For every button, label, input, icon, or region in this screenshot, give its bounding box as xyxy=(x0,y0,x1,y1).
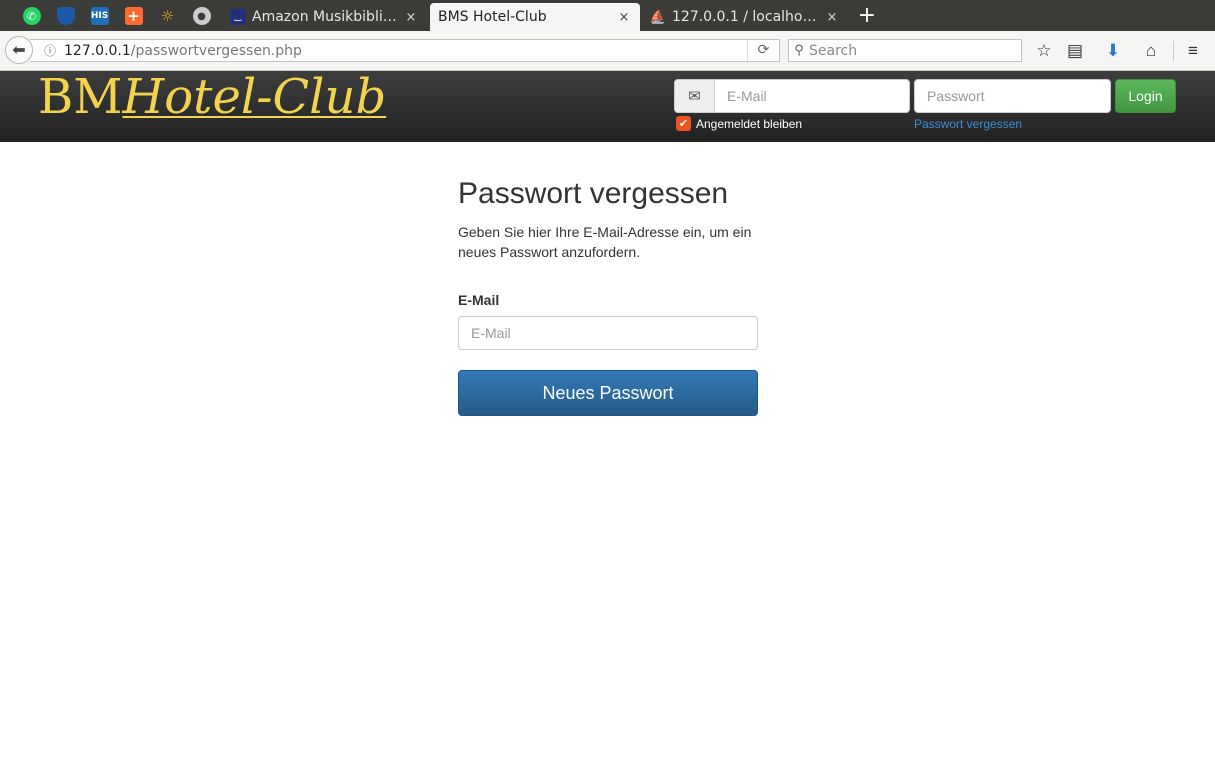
site-logo[interactable]: BMHotel-Club xyxy=(38,71,386,123)
search-input[interactable]: ⚲ Search xyxy=(788,39,1022,62)
login-password-input[interactable]: Passwort xyxy=(914,79,1111,113)
url-bar[interactable]: ⓘ 127.0.0.1/passwortvergessen.php ⟳ xyxy=(30,39,780,62)
pinned-tab-his[interactable]: HIS xyxy=(84,3,115,29)
search-icon: ⚲ xyxy=(794,43,804,58)
phpmyadmin-icon: ⛵ xyxy=(649,9,667,25)
pinned-tab-whatsapp[interactable]: ✆ xyxy=(16,3,47,29)
page-title: Passwort vergessen xyxy=(458,177,729,210)
back-button[interactable]: ⬅ xyxy=(5,36,33,64)
whatsapp-icon: ✆ xyxy=(22,7,41,25)
brand-prefix: BM xyxy=(38,69,123,125)
url-host: 127.0.0.1 xyxy=(64,42,131,59)
brand-name: Hotel-Club xyxy=(122,69,387,125)
amazon-music-icon: ‿ xyxy=(230,9,246,25)
swiss-cross-icon: + xyxy=(124,7,143,25)
email-field[interactable]: E-Mail xyxy=(458,316,758,350)
close-icon[interactable]: × xyxy=(403,10,419,25)
remember-me-label: Angemeldet bleiben xyxy=(696,116,803,131)
envelope-icon: ✉ xyxy=(674,79,714,113)
pinned-tab-shield[interactable] xyxy=(50,3,81,29)
downloads-icon[interactable]: ⬇ xyxy=(1101,39,1125,63)
shield-icon xyxy=(56,7,75,25)
pinned-tab-swiss[interactable]: + xyxy=(118,3,149,29)
new-tab-button[interactable]: + xyxy=(856,3,878,29)
new-password-button[interactable]: Neues Passwort xyxy=(458,370,758,416)
back-arrow-icon: ⬅ xyxy=(12,42,26,59)
tab-title: 127.0.0.1 / localhost... xyxy=(672,9,818,25)
email-label: E-Mail xyxy=(458,292,500,308)
tab-amazon-music[interactable]: ‿ Amazon Musikbiblio... × xyxy=(222,3,427,31)
close-icon[interactable]: × xyxy=(824,10,840,25)
home-icon[interactable]: ⌂ xyxy=(1139,39,1163,63)
reading-list-icon[interactable]: ▤ xyxy=(1063,39,1087,63)
lightbulb-icon: ☼ xyxy=(160,7,175,25)
his-icon: HIS xyxy=(90,7,109,25)
login-button[interactable]: Login xyxy=(1115,79,1176,113)
pinned-tab-github[interactable]: ● xyxy=(186,3,217,29)
checkmark-icon: ✔ xyxy=(676,116,691,131)
site-header: BMHotel-Club ✉ E-Mail Passwort Login ✔ A… xyxy=(0,71,1215,142)
tab-title: BMS Hotel-Club xyxy=(438,9,547,25)
url-path: /passwortvergessen.php xyxy=(130,42,302,59)
browser-nav-bar: ⓘ 127.0.0.1/passwortvergessen.php ⟳ ⬅ ⚲ … xyxy=(0,31,1215,71)
search-placeholder: Search xyxy=(809,42,858,59)
bookmark-star-icon[interactable]: ☆ xyxy=(1032,39,1056,63)
toolbar-divider xyxy=(1173,41,1174,61)
pinned-tab-lightbulb[interactable]: ☼ xyxy=(152,3,183,29)
github-icon: ● xyxy=(192,7,211,25)
menu-icon[interactable]: ≡ xyxy=(1181,39,1205,63)
tab-phpmyadmin[interactable]: ⛵ 127.0.0.1 / localhost... × xyxy=(642,3,848,31)
login-email-group: ✉ E-Mail xyxy=(674,79,910,113)
info-icon[interactable]: ⓘ xyxy=(40,42,60,59)
close-icon[interactable]: × xyxy=(616,10,632,25)
browser-tab-strip: ✆ HIS + ☼ ● ‿ Amazon Musikbiblio... × BM… xyxy=(0,0,1215,31)
login-email-input[interactable]: E-Mail xyxy=(714,79,910,113)
page-intro: Geben Sie hier Ihre E-Mail-Adresse ein, … xyxy=(458,224,752,260)
remember-me-checkbox[interactable]: ✔ Angemeldet bleiben xyxy=(676,116,802,131)
tab-title: Amazon Musikbiblio... xyxy=(252,9,397,25)
tab-bms-hotel-club[interactable]: BMS Hotel-Club × xyxy=(430,3,640,31)
reload-icon[interactable]: ⟳ xyxy=(747,40,779,61)
forgot-password-link[interactable]: Passwort vergessen xyxy=(914,117,1022,131)
